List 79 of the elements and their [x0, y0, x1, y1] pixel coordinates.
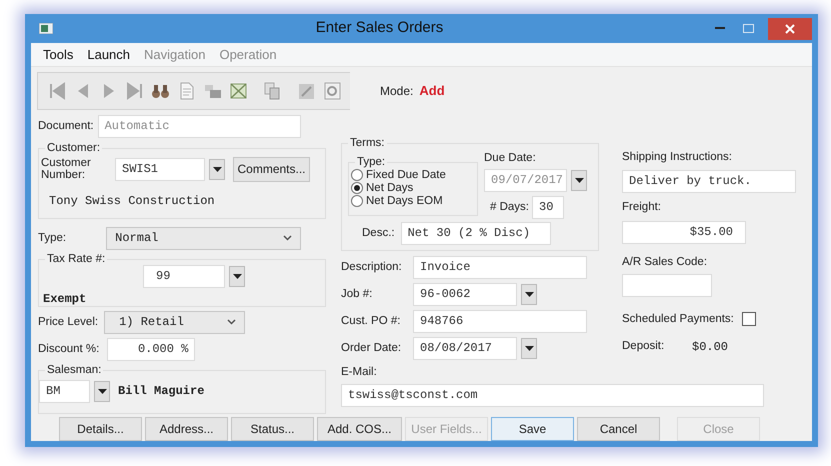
window-title: Enter Sales Orders — [314, 18, 444, 38]
radio-option[interactable]: Net Days EOM — [351, 194, 477, 208]
dropdown-button[interactable] — [94, 380, 110, 402]
field-label: # Days: — [490, 200, 529, 216]
dialog-button[interactable]: Cancel — [577, 417, 660, 441]
field-label: Deposit: — [622, 339, 666, 354]
text-field[interactable]: 08/08/2017 — [413, 337, 517, 360]
caret-icon — [574, 178, 584, 184]
field-label: Description: — [341, 260, 403, 275]
menu-item[interactable]: Tools — [41, 44, 76, 64]
days-field[interactable]: 30 — [532, 196, 564, 220]
radio-option[interactable]: Net Days — [351, 182, 477, 195]
email-field[interactable]: tswiss@tsconst.com — [341, 384, 764, 408]
dropdown-button[interactable] — [229, 266, 245, 287]
deposit-value: $0.00 — [692, 339, 728, 356]
caret-icon — [524, 346, 534, 351]
field-label: Type: — [38, 230, 66, 246]
field-label: Shipping Instructions: — [622, 150, 733, 165]
field-label: Desc.: — [362, 226, 395, 242]
minimize-icon — [715, 27, 725, 30]
select-value: 1) Retail — [119, 314, 184, 332]
caret-icon — [212, 166, 222, 172]
dialog-button[interactable]: Address... — [145, 417, 228, 441]
type-select[interactable]: Normal — [106, 226, 302, 250]
field-label: E-Mail: — [341, 365, 378, 380]
field-label: Customer Number: — [41, 157, 91, 182]
close-icon — [785, 24, 795, 34]
price-level-select[interactable]: 1) Retail — [104, 310, 246, 334]
salesman-name: Bill Maguire — [118, 383, 204, 400]
freight-field[interactable]: $35.00 — [622, 220, 746, 244]
chevron-icon — [227, 319, 236, 326]
customer-number-field[interactable]: SWIS1 — [115, 158, 205, 181]
comments-button[interactable]: Comments... — [233, 156, 310, 182]
delete-record-icon — [228, 81, 248, 101]
dialog-button[interactable]: Status... — [231, 417, 314, 441]
customer-name: Tony Swiss Construction — [49, 192, 216, 210]
salesman-code-field[interactable]: BM — [39, 380, 90, 403]
field-label: A/R Sales Code: — [622, 254, 708, 270]
field-label: Due Date: — [484, 151, 537, 166]
field-label: Price Level: — [38, 314, 98, 330]
caret-icon — [98, 388, 106, 394]
field-label: Scheduled Payments: — [622, 312, 734, 327]
tax-status: Exempt — [43, 290, 88, 308]
checkbox[interactable] — [742, 312, 756, 326]
dropdown-button[interactable] — [571, 170, 587, 192]
text-field[interactable]: 948766 — [413, 310, 587, 333]
text-field[interactable]: Invoice — [413, 256, 587, 279]
select-value: Normal — [115, 230, 158, 248]
dropdown-button[interactable] — [521, 338, 537, 359]
field-label: Freight: — [622, 200, 662, 216]
maximize-icon — [742, 24, 754, 33]
terms-description-field[interactable]: Net 30 (2 % Disc) — [400, 222, 551, 246]
field-label: Discount %: — [38, 342, 100, 357]
chevron-icon — [283, 235, 292, 242]
text-field[interactable]: 96-0062 — [413, 283, 517, 306]
copy-icon — [262, 81, 282, 101]
field-label: Document: — [38, 119, 94, 134]
tax-rate-field[interactable]: 99 — [143, 264, 225, 288]
field-label: Order Date: — [341, 340, 402, 356]
field-label: Cust. PO #: — [341, 314, 402, 329]
dialog-button[interactable]: Add. COS... — [317, 417, 402, 441]
dropdown-button[interactable] — [209, 158, 225, 180]
dialog-button[interactable]: Details... — [59, 417, 142, 441]
mode-label: Mode: — [380, 83, 414, 100]
discount-field[interactable]: 0.000 % — [107, 338, 196, 361]
ar-sales-code-field[interactable] — [622, 274, 712, 297]
caret-icon — [232, 274, 242, 279]
caret-icon — [524, 292, 534, 297]
group-label: Type: — [355, 154, 388, 169]
app-icon — [39, 23, 53, 34]
radio-option[interactable]: Fixed Due Date — [351, 168, 477, 182]
shipping-instructions-field[interactable]: Deliver by truck. — [622, 170, 796, 194]
mode-value: Add — [419, 82, 445, 100]
dropdown-button[interactable] — [521, 284, 537, 305]
menu-item[interactable]: Launch — [85, 44, 132, 64]
preview-icon — [322, 81, 342, 101]
dialog-button[interactable]: Save — [491, 417, 574, 441]
field-label: Job #: — [341, 286, 374, 302]
close-button[interactable] — [768, 18, 812, 40]
